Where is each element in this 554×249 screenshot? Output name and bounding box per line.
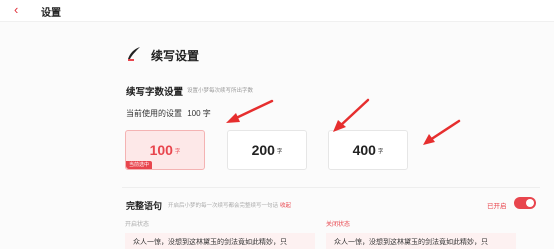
state-off-label: 关闭状态 bbox=[326, 222, 351, 228]
back-icon[interactable]: ‹ bbox=[14, 2, 18, 18]
divider bbox=[122, 187, 540, 188]
option-unit: 字 bbox=[276, 149, 283, 155]
top-bar: ‹ 设置 bbox=[0, 0, 554, 22]
option-unit: 字 bbox=[377, 149, 384, 155]
toggle-knob bbox=[526, 199, 534, 207]
current-setting-label: 当前使用的设置 bbox=[126, 109, 182, 118]
word-count-option-400[interactable]: 400 字 bbox=[328, 130, 408, 170]
quill-icon bbox=[125, 46, 143, 64]
complete-sentence-title: 完整语句 bbox=[126, 201, 163, 211]
complete-sentence-desc: 开启后小梦的每一次续写都会完整续写一句话 bbox=[168, 203, 279, 209]
selected-badge: 当前选中 bbox=[126, 161, 153, 169]
word-count-option-200[interactable]: 200 字 bbox=[227, 130, 307, 170]
complete-sentence-toggle[interactable] bbox=[514, 197, 536, 209]
option-unit: 字 bbox=[174, 149, 181, 155]
complete-sentence-subtitle: 开启后小梦的每一次续写都会完整续写一句话 收起 bbox=[168, 201, 291, 209]
sample-off-text: 众人一惊，没想到这林黛玉的剑法竟如此精妙，只 bbox=[326, 233, 516, 249]
sample-on-text: 众人一惊，没想到这林黛玉的剑法竟如此精妙，只 bbox=[125, 233, 315, 249]
toggle-label: 已开启 bbox=[487, 203, 507, 210]
current-setting-value: 100 字 bbox=[187, 109, 211, 118]
collapse-link[interactable]: 收起 bbox=[280, 203, 291, 209]
word-count-subtitle: 设置小梦每次续写所出字数 bbox=[187, 88, 254, 94]
option-value: 200 bbox=[251, 142, 275, 158]
state-on-label: 开启状态 bbox=[125, 222, 150, 228]
section-header: 续写设置 bbox=[125, 46, 199, 64]
word-count-title: 续写字数设置 bbox=[126, 87, 184, 98]
option-value: 100 bbox=[149, 142, 173, 158]
option-value: 400 bbox=[352, 142, 376, 158]
current-setting: 当前使用的设置 100 字 bbox=[126, 108, 211, 119]
page-title: 设置 bbox=[41, 8, 61, 19]
section-title: 续写设置 bbox=[151, 48, 200, 63]
word-count-option-100[interactable]: 100 字 当前选中 bbox=[125, 130, 205, 170]
